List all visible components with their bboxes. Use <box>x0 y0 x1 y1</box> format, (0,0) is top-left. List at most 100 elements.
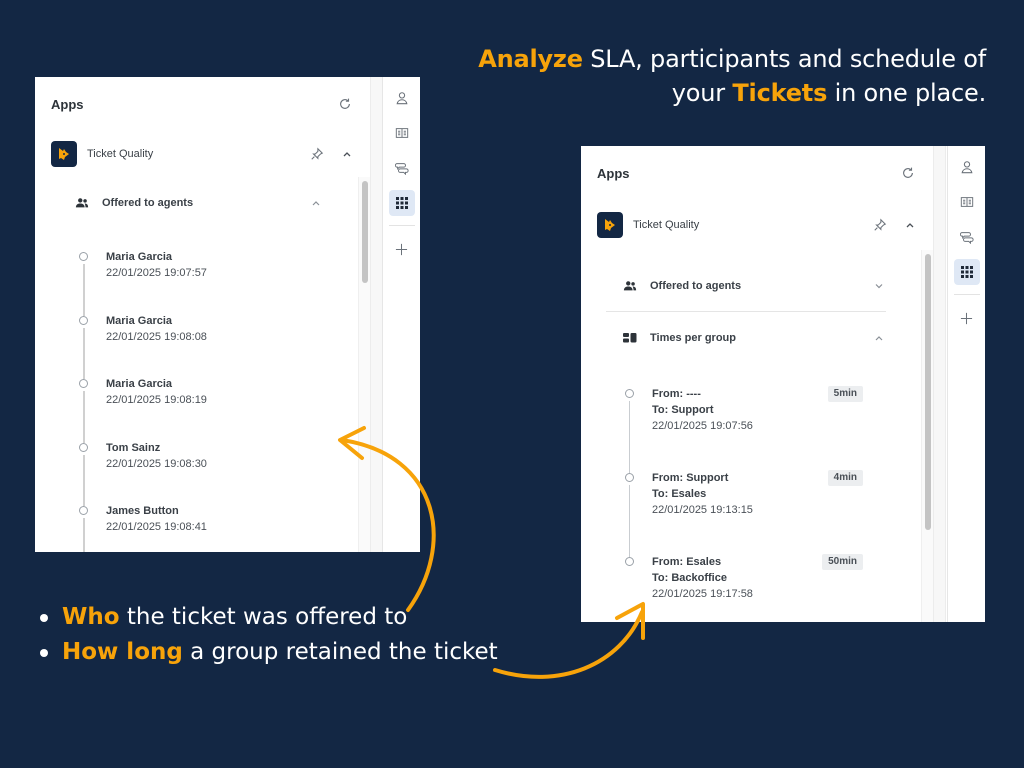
timeline-dot-icon <box>625 557 634 566</box>
headline-text-1: SLA, participants and schedule of <box>582 45 986 73</box>
refresh-icon[interactable] <box>336 95 354 113</box>
add-icon[interactable] <box>389 236 415 262</box>
transfer-time: 22/01/2025 19:07:56 <box>652 420 753 432</box>
timeline-item: From: ---- To: Support 22/01/2025 19:07:… <box>625 386 865 473</box>
apps-header: Apps <box>597 164 917 182</box>
apps-panel-times: Apps Ticket Quality Offered to agents Ti… <box>581 146 985 622</box>
people-icon <box>623 280 639 292</box>
side-rail <box>382 77 420 552</box>
timeline-line <box>83 518 85 552</box>
timeline-dot-icon <box>625 473 634 482</box>
book-icon[interactable] <box>954 189 980 215</box>
book-icon[interactable] <box>389 120 415 146</box>
timeline-item: Tom Sainz 22/01/2025 19:08:30 <box>79 440 340 507</box>
scrollbar-thumb[interactable] <box>925 254 931 530</box>
offered-time: 22/01/2025 19:08:41 <box>106 521 207 534</box>
offered-time: 22/01/2025 19:08:19 <box>106 394 207 407</box>
duration-badge: 4min <box>827 470 863 486</box>
duration-badge: 5min <box>827 386 863 402</box>
add-icon[interactable] <box>954 305 980 331</box>
pin-icon[interactable] <box>871 216 889 234</box>
offered-time: 22/01/2025 19:08:30 <box>106 457 207 470</box>
section-offered-to-agents[interactable]: Offered to agents <box>623 275 885 297</box>
to-group: To: Esales <box>652 488 707 500</box>
apps-grid-icon[interactable] <box>953 259 980 285</box>
app-name: Ticket Quality <box>87 148 154 160</box>
transfer-time: 22/01/2025 19:17:58 <box>652 588 753 600</box>
chevron-up-icon[interactable] <box>873 332 885 344</box>
chat-icon[interactable] <box>389 155 415 181</box>
apps-panel-offered: Apps Ticket Quality Offered to agents Ma… <box>35 77 420 552</box>
agent-name: Maria Garcia <box>106 314 173 327</box>
apps-main-area: Apps Ticket Quality <box>581 146 933 622</box>
apps-main-area: Apps Ticket Quality <box>35 77 370 552</box>
panel-gutter <box>933 146 946 622</box>
pin-icon[interactable] <box>308 145 326 163</box>
section-times-per-group[interactable]: Times per group <box>623 327 885 349</box>
apps-title: Apps <box>51 96 84 112</box>
timeline-line <box>83 327 85 380</box>
bullet-accent: How long <box>62 639 183 665</box>
to-group: To: Backoffice <box>652 572 727 584</box>
timeline-dot-icon <box>79 506 88 516</box>
offered-time: 22/01/2025 19:08:08 <box>106 330 207 343</box>
section-divider <box>606 311 886 312</box>
user-icon[interactable] <box>954 154 980 180</box>
timeline-line <box>629 401 630 473</box>
scroll-area: Offered to agents Maria Garcia 22/01/202… <box>35 177 370 552</box>
timeline-line <box>83 391 85 443</box>
app-name: Ticket Quality <box>633 219 700 231</box>
agent-name: Maria Garcia <box>106 378 173 391</box>
headline-accent-tickets: Tickets <box>732 79 828 107</box>
chevron-up-icon[interactable] <box>338 145 356 163</box>
app-row-ticket-quality[interactable]: Ticket Quality <box>51 141 356 167</box>
bullet-text: the ticket was offered to <box>119 604 408 630</box>
timeline-dot-icon <box>79 379 88 389</box>
rail-divider <box>388 225 415 226</box>
timeline-item: From: Support To: Esales 22/01/2025 19:1… <box>625 470 865 557</box>
agent-name: Tom Sainz <box>106 441 161 454</box>
timeline-line <box>629 485 630 557</box>
offered-timeline: Maria Garcia 22/01/2025 19:07:57 Maria G… <box>79 249 340 552</box>
timeline-dot-icon <box>79 252 88 261</box>
groups-icon <box>623 332 639 344</box>
scroll-area: Offered to agents Times per group From: <box>581 250 933 622</box>
scrollbar-thumb[interactable] <box>362 181 368 283</box>
bullet-who: Who the ticket was offered to <box>38 600 498 635</box>
app-row-ticket-quality[interactable]: Ticket Quality <box>597 212 919 238</box>
group-times-timeline: From: ---- To: Support 22/01/2025 19:07:… <box>625 386 865 622</box>
timeline-item: From: Esales To: Backoffice 22/01/2025 1… <box>625 554 865 622</box>
timeline-dot-icon <box>79 315 88 325</box>
feature-bullets: Who the ticket was offered to How long a… <box>38 600 498 670</box>
app-logo-icon <box>597 212 623 238</box>
headline-accent-analyze: Analyze <box>478 45 583 73</box>
bullet-accent: Who <box>62 604 120 630</box>
timeline-item: Maria Garcia 22/01/2025 19:08:19 <box>79 376 340 443</box>
timeline-dot-icon <box>79 442 88 452</box>
refresh-icon[interactable] <box>899 164 917 182</box>
chevron-down-icon[interactable] <box>873 280 885 292</box>
headline-text-2a: your <box>671 79 733 107</box>
rail-divider <box>953 294 980 295</box>
timeline-line <box>83 264 85 316</box>
headline-text-2b: in one place. <box>827 79 987 107</box>
side-rail <box>947 146 985 622</box>
offered-time: 22/01/2025 19:07:57 <box>106 267 207 279</box>
chevron-up-icon[interactable] <box>901 216 919 234</box>
user-icon[interactable] <box>389 85 415 111</box>
chevron-up-icon[interactable] <box>310 197 322 209</box>
timeline-item: Maria Garcia 22/01/2025 19:08:08 <box>79 313 340 380</box>
section-offered-to-agents[interactable]: Offered to agents <box>75 192 322 214</box>
scrollbar[interactable] <box>921 250 933 622</box>
timeline-dot-icon <box>625 389 634 398</box>
apps-title: Apps <box>597 165 630 181</box>
chat-icon[interactable] <box>954 224 980 250</box>
app-logo-icon <box>51 141 77 167</box>
scrollbar[interactable] <box>358 177 370 552</box>
timeline-line <box>83 454 85 507</box>
duration-badge: 50min <box>822 554 863 570</box>
section-title: Offered to agents <box>650 280 742 292</box>
apps-grid-icon[interactable] <box>388 190 415 216</box>
bullet-how-long: How long a group retained the ticket <box>38 635 498 670</box>
headline: Analyze SLA, participants and schedule o… <box>478 42 986 110</box>
